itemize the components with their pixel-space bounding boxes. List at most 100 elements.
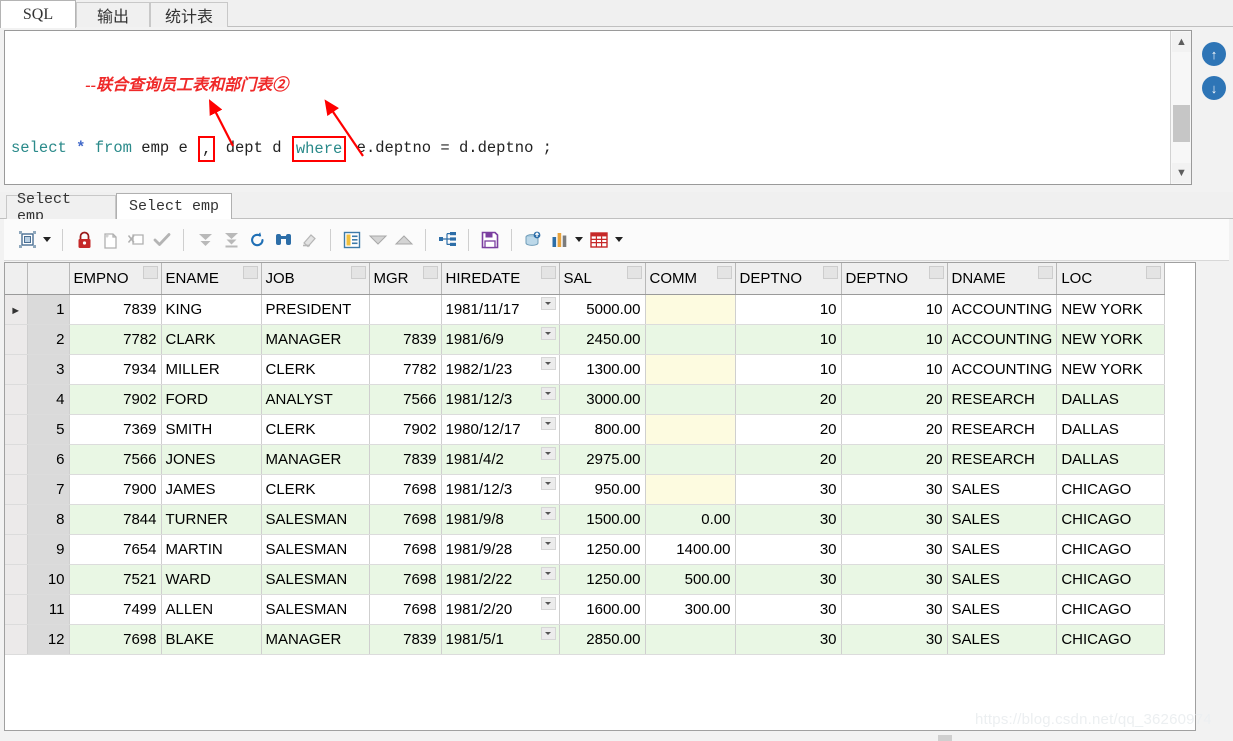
cell-empno[interactable]: 7566 (69, 444, 162, 475)
cell-hiredate[interactable]: 1981/11/17 (441, 294, 560, 325)
date-picker-dropdown-icon[interactable] (540, 326, 556, 340)
cell-comm[interactable]: 500.00 (645, 564, 736, 595)
tab-sql[interactable]: SQL (0, 0, 76, 28)
cell-hiredate[interactable]: 1982/1/23 (441, 354, 560, 385)
cell-deptno-emp[interactable]: 30 (735, 624, 842, 655)
cell-empno[interactable]: 7902 (69, 384, 162, 415)
table-row[interactable]: 8 7844 TURNER SALESMAN 7698 1981/9/8 1500.00 0.… (5, 504, 1166, 535)
refresh-button[interactable] (244, 227, 270, 253)
cell-hiredate[interactable]: 1981/9/28 (441, 534, 560, 565)
cell-deptno-dept[interactable]: 10 (841, 294, 948, 325)
row-selector[interactable] (5, 324, 28, 355)
cell-deptno-emp[interactable]: 10 (735, 294, 842, 325)
cell-dname[interactable]: SALES (947, 534, 1058, 565)
cell-ename[interactable]: BLAKE (161, 624, 262, 655)
cell-deptno-emp[interactable]: 30 (735, 504, 842, 535)
row-selector[interactable] (5, 564, 28, 595)
cell-comm[interactable]: 1400.00 (645, 534, 736, 565)
cell-empno[interactable]: 7499 (69, 594, 162, 625)
cell-comm[interactable] (645, 324, 736, 355)
table-options-dropdown-arrow[interactable] (612, 227, 626, 253)
table-row[interactable]: 5 7369 SMITH CLERK 7902 1980/12/17 800.00 20 20 R… (5, 414, 1166, 445)
cell-deptno-dept[interactable]: 20 (841, 444, 948, 475)
table-row[interactable]: 11 7499 ALLEN SALESMAN 7698 1981/2/20 1600.00 3… (5, 594, 1166, 625)
column-header-deptno-emp[interactable]: DEPTNO (735, 263, 842, 295)
cell-dname[interactable]: SALES (947, 474, 1058, 505)
cell-loc[interactable]: CHICAGO (1056, 564, 1166, 595)
cell-deptno-emp[interactable]: 10 (735, 324, 842, 355)
sort-descending-button[interactable] (365, 227, 391, 253)
cell-job[interactable]: ANALYST (261, 384, 370, 415)
cell-ename[interactable]: CLARK (161, 324, 262, 355)
table-row[interactable]: 4 7902 FORD ANALYST 7566 1981/12/3 3000.00 20 20… (5, 384, 1166, 415)
cell-empno[interactable]: 7369 (69, 414, 162, 445)
cell-deptno-dept[interactable]: 20 (841, 414, 948, 445)
chart-button[interactable] (546, 227, 572, 253)
cell-deptno-emp[interactable]: 20 (735, 384, 842, 415)
cell-deptno-emp[interactable]: 10 (735, 354, 842, 385)
cell-deptno-emp[interactable]: 20 (735, 444, 842, 475)
cell-dname[interactable]: RESEARCH (947, 384, 1058, 415)
table-row[interactable]: 6 7566 JONES MANAGER 7839 1981/4/2 2975.00 20 20… (5, 444, 1166, 475)
save-button[interactable] (477, 227, 503, 253)
cell-mgr[interactable]: 7698 (369, 474, 442, 505)
cell-empno[interactable]: 7844 (69, 504, 162, 535)
cell-deptno-dept[interactable]: 30 (841, 624, 948, 655)
date-picker-dropdown-icon[interactable] (540, 476, 556, 490)
cell-hiredate[interactable]: 1981/12/3 (441, 474, 560, 505)
table-row[interactable]: 10 7521 WARD SALESMAN 7698 1981/2/22 1250.00 50… (5, 564, 1166, 595)
cell-dname[interactable]: SALES (947, 624, 1058, 655)
cell-deptno-dept[interactable]: 30 (841, 564, 948, 595)
cell-mgr[interactable]: 7839 (369, 624, 442, 655)
cell-deptno-dept[interactable]: 20 (841, 384, 948, 415)
cell-loc[interactable]: CHICAGO (1056, 504, 1166, 535)
column-header-hiredate[interactable]: HIREDATE (441, 263, 560, 295)
cell-mgr[interactable]: 7698 (369, 534, 442, 565)
row-selector[interactable] (5, 474, 28, 505)
cell-sal[interactable]: 2975.00 (559, 444, 646, 475)
table-row[interactable]: 9 7654 MARTIN SALESMAN 7698 1981/9/28 1250.00 1… (5, 534, 1166, 565)
column-header-deptno-dept[interactable]: DEPTNO (841, 263, 948, 295)
cell-hiredate[interactable]: 1980/12/17 (441, 414, 560, 445)
next-statement-button[interactable]: ↓ (1202, 76, 1226, 100)
table-row[interactable]: 12 7698 BLAKE MANAGER 7839 1981/5/1 2850.00 30 3… (5, 624, 1166, 655)
cell-empno[interactable]: 7521 (69, 564, 162, 595)
cell-mgr[interactable]: 7698 (369, 594, 442, 625)
commit-button[interactable] (149, 227, 175, 253)
cell-hiredate[interactable]: 1981/2/20 (441, 594, 560, 625)
cell-deptno-dept[interactable]: 30 (841, 474, 948, 505)
chart-dropdown-arrow[interactable] (572, 227, 586, 253)
column-header-dname[interactable]: DNAME (947, 263, 1058, 295)
table-row[interactable]: ► 1 7839 KING PRESIDENT 1981/11/17 5000.00 10 10… (5, 294, 1166, 325)
cell-ename[interactable]: JONES (161, 444, 262, 475)
row-selector[interactable] (5, 414, 28, 445)
cell-mgr[interactable]: 7839 (369, 444, 442, 475)
column-header-comm[interactable]: COMM (645, 263, 736, 295)
cell-ename[interactable]: MARTIN (161, 534, 262, 565)
cell-deptno-dept[interactable]: 30 (841, 534, 948, 565)
cell-deptno-dept[interactable]: 10 (841, 324, 948, 355)
cell-ename[interactable]: WARD (161, 564, 262, 595)
cell-empno[interactable]: 7782 (69, 324, 162, 355)
grid-view-dropdown-arrow[interactable] (40, 227, 54, 253)
cell-deptno-emp[interactable]: 30 (735, 594, 842, 625)
scrollbar-thumb[interactable] (1173, 105, 1190, 142)
insert-record-button[interactable] (97, 227, 123, 253)
cell-loc[interactable]: NEW YORK (1056, 354, 1166, 385)
date-picker-dropdown-icon[interactable] (540, 506, 556, 520)
cell-sal[interactable]: 5000.00 (559, 294, 646, 325)
result-grid[interactable]: EMPNO ENAME JOB MGR HIREDATE SAL COMM DE… (4, 262, 1196, 675)
cell-comm[interactable] (645, 414, 736, 445)
row-selector[interactable] (5, 354, 28, 385)
cell-comm[interactable] (645, 384, 736, 415)
date-picker-dropdown-icon[interactable] (540, 626, 556, 640)
cell-dname[interactable]: ACCOUNTING (947, 294, 1058, 325)
cell-dname[interactable]: ACCOUNTING (947, 354, 1058, 385)
row-selector[interactable] (5, 594, 28, 625)
date-picker-dropdown-icon[interactable] (540, 386, 556, 400)
cell-mgr[interactable] (369, 294, 442, 325)
cell-loc[interactable]: CHICAGO (1056, 594, 1166, 625)
cell-loc[interactable]: NEW YORK (1056, 324, 1166, 355)
date-picker-dropdown-icon[interactable] (540, 446, 556, 460)
cell-deptno-dept[interactable]: 10 (841, 354, 948, 385)
